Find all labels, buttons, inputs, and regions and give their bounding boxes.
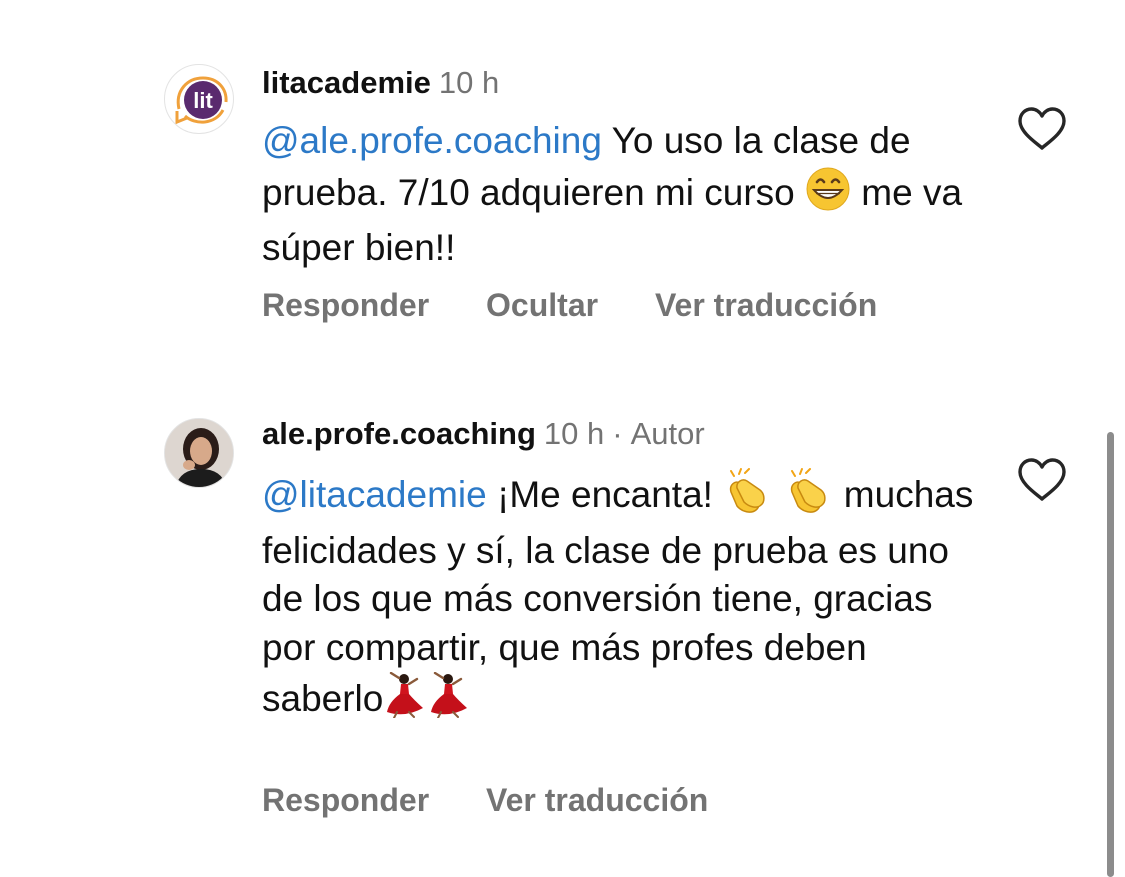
hide-button[interactable]: Ocultar [486,287,598,324]
comments-screen: lit litacademie 10 h @ale.profe.coaching … [0,0,1125,877]
comment-header: ale.profe.coaching 10 h · Autor [262,415,705,453]
like-heart-icon[interactable] [1016,106,1068,152]
profile-photo-icon [165,419,233,487]
reply-button[interactable]: Responder [262,782,429,819]
comment-actions: Responder Ocultar Ver traducción [262,287,925,324]
reply-button[interactable]: Responder [262,287,429,324]
comment-text-part: ¡Me encanta! [497,474,713,516]
separator-dot: · [612,416,623,451]
avatar[interactable] [164,418,234,488]
like-heart-icon[interactable] [1016,457,1068,503]
comment-text: @litacademie ¡Me encanta! muchas felicid… [262,468,982,731]
clapping-hands-emoji [723,468,773,527]
dancer-emoji [383,671,427,731]
grinning-face-emoji [805,166,851,225]
comment-header: litacademie 10 h [262,64,499,102]
clapping-hands-emoji [784,468,834,527]
dancer-emoji [427,671,471,731]
username[interactable]: litacademie [262,65,431,100]
mention-link[interactable]: @ale.profe.coaching [262,120,602,161]
username[interactable]: ale.profe.coaching [262,416,536,451]
see-translation-button[interactable]: Ver traducción [655,287,877,324]
avatar[interactable]: lit [164,64,234,134]
timestamp: 10 h [543,416,605,451]
author-badge: Autor [630,416,705,451]
scrollbar[interactable] [1107,432,1114,877]
timestamp: 10 h [438,65,500,100]
comment-actions: Responder Ver traducción [262,782,756,819]
lit-logo-icon: lit [175,76,228,125]
comment-text: @ale.profe.coaching Yo uso la clase de p… [262,117,982,273]
see-translation-button[interactable]: Ver traducción [486,782,708,819]
mention-link[interactable]: @litacademie [262,474,487,515]
avatar-text: lit [193,88,213,113]
